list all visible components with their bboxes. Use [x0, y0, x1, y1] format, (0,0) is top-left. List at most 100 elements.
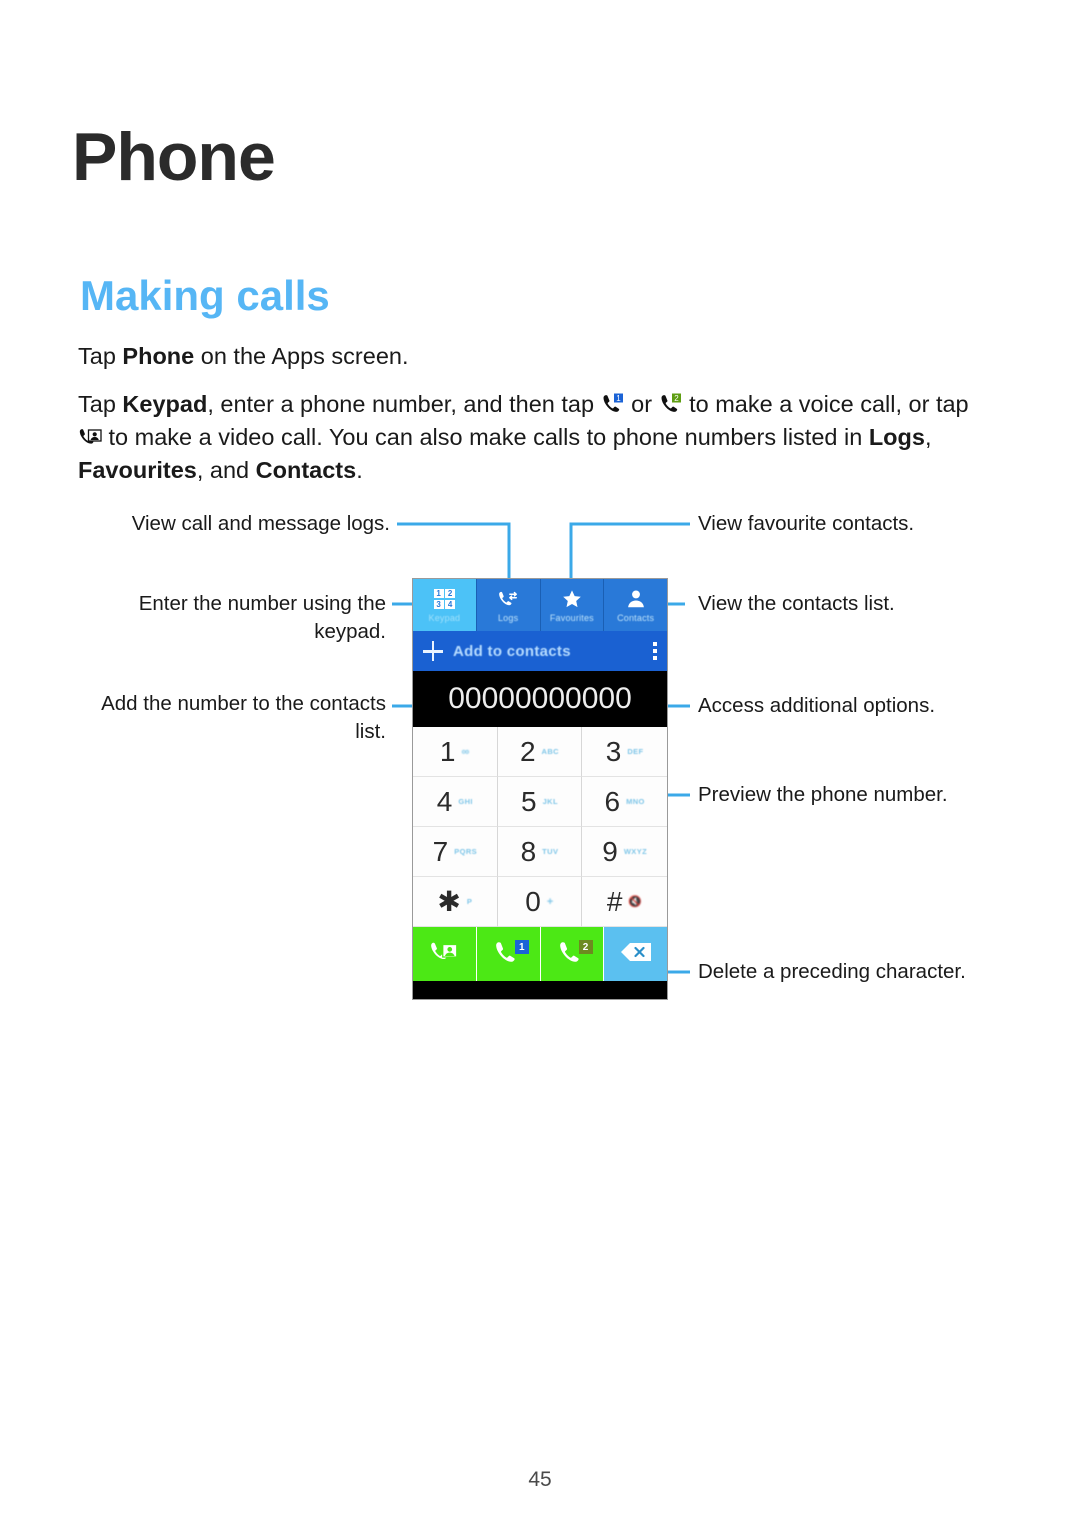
tab-logs-label: Logs: [497, 613, 519, 623]
callout-preview-number: Preview the phone number.: [698, 783, 948, 806]
add-to-contacts-bar[interactable]: Add to contacts: [413, 631, 667, 671]
key-digit: 3: [605, 735, 622, 767]
key-star[interactable]: ✱ P: [413, 877, 498, 927]
bold-phone: Phone: [122, 343, 195, 369]
key-sublabel: P: [466, 897, 473, 906]
key-sublabel: TUV: [542, 847, 559, 856]
key-sublabel: +: [546, 895, 554, 908]
paragraph-keypad: Tap Keypad, enter a phone number, and th…: [78, 388, 988, 487]
key-8[interactable]: 8 TUV: [497, 827, 583, 877]
tab-logs[interactable]: Logs: [476, 579, 541, 631]
bold-contacts: Contacts: [255, 457, 357, 483]
text-fragment: ,: [924, 424, 932, 450]
key-sublabel: ABC: [541, 747, 559, 756]
key-digit: 9: [602, 835, 618, 867]
callout-more-options: Access additional options.: [698, 694, 936, 717]
video-call-icon: [78, 425, 102, 449]
callout-view-contacts: View the contacts list.: [698, 592, 895, 615]
key-digit: 6: [604, 785, 621, 817]
text-fragment: or: [624, 391, 659, 417]
backspace-icon: [619, 941, 653, 968]
key-sublabel: PQRS: [454, 847, 478, 856]
phone-tab-bar: 1234 Keypad Logs Favourites Contacts: [413, 579, 667, 631]
call-sim1-button[interactable]: 1: [476, 927, 541, 981]
key-digit: 2: [519, 735, 536, 767]
key-sublabel: DEF: [627, 747, 644, 756]
key-2[interactable]: 2 ABC: [497, 727, 583, 777]
leader-view-logs: [397, 522, 511, 578]
key-6[interactable]: 6 MNO: [582, 777, 667, 827]
tab-favourites[interactable]: Favourites: [540, 579, 605, 631]
text-fragment: Tap: [78, 343, 123, 369]
star-icon: [561, 587, 583, 611]
more-vertical-icon[interactable]: [653, 642, 657, 660]
tab-favourites-label: Favourites: [549, 613, 594, 623]
callout-delete-char: Delete a preceding character.: [698, 960, 966, 983]
leader-view-favourites: [569, 522, 690, 578]
bold-logs: Logs: [868, 424, 925, 450]
body-copy: Tap Phone on the Apps screen. Tap Keypad…: [78, 340, 988, 502]
paragraph-tap-phone: Tap Phone on the Apps screen.: [78, 340, 988, 373]
key-digit: 7: [432, 835, 449, 867]
key-digit: #: [606, 885, 623, 917]
keypad-grid-icon: 1234: [433, 587, 456, 611]
key-hash[interactable]: # 🔇: [582, 877, 667, 927]
text-fragment: , and: [196, 457, 256, 483]
bold-favourites: Favourites: [78, 457, 197, 483]
page-title: Phone: [72, 119, 276, 195]
text-fragment: on the Apps screen.: [194, 343, 409, 369]
text-fragment: to make a video call. You can also make …: [102, 424, 869, 450]
key-digit: 8: [520, 835, 537, 867]
key-1[interactable]: 1 ∞: [413, 727, 498, 777]
tab-contacts-label: Contacts: [617, 613, 655, 623]
key-sublabel: JKL: [542, 797, 558, 806]
key-sublabel: MNO: [626, 797, 645, 806]
sim1-badge: 1: [514, 940, 529, 954]
video-call-button[interactable]: [413, 927, 477, 981]
callout-enter-number: Enter the number using the keypad.: [138, 592, 386, 643]
plus-icon[interactable]: [423, 641, 443, 661]
phone-number-value: 00000000000: [448, 682, 632, 715]
key-4[interactable]: 4 GHI: [413, 777, 498, 827]
add-to-contacts-label: Add to contacts: [453, 642, 571, 660]
call-action-bar: 1 2: [413, 927, 667, 981]
tab-contacts[interactable]: Contacts: [604, 579, 667, 631]
text-fragment: , enter a phone number, and then tap: [207, 391, 601, 417]
video-call-icon: [429, 937, 459, 972]
text-fragment: Tap: [78, 391, 123, 417]
key-3[interactable]: 3 DEF: [582, 727, 667, 777]
phone-app-screenshot: 1234 Keypad Logs Favourites Contacts Add…: [412, 578, 668, 1000]
key-digit: 4: [436, 785, 453, 817]
call-sim1-icon: 1: [601, 392, 625, 416]
person-icon: [625, 587, 647, 611]
key-digit: ✱: [437, 885, 461, 917]
key-sublabel: 🔇: [628, 896, 643, 908]
key-5[interactable]: 5 JKL: [497, 777, 583, 827]
key-7[interactable]: 7 PQRS: [413, 827, 498, 877]
text-fragment: to make a voice call, or tap: [682, 391, 969, 417]
tab-keypad-label: Keypad: [428, 613, 461, 623]
key-digit: 5: [521, 785, 537, 817]
call-sim2-button[interactable]: 2: [540, 927, 605, 981]
tab-keypad[interactable]: 1234 Keypad: [413, 579, 477, 631]
svg-text:2: 2: [674, 394, 679, 403]
key-digit: 1: [439, 735, 456, 767]
key-sublabel: WXYZ: [623, 847, 648, 856]
key-digit: 0: [525, 885, 541, 917]
callout-view-favourites: View favourite contacts.: [698, 512, 915, 535]
sim2-badge: 2: [578, 940, 593, 954]
text-fragment: .: [356, 457, 363, 483]
phone-number-display[interactable]: 00000000000: [413, 671, 667, 727]
backspace-button[interactable]: [604, 927, 667, 981]
key-0[interactable]: 0 +: [497, 877, 583, 927]
bold-keypad: Keypad: [122, 391, 208, 417]
dial-keypad: 1 ∞ 2 ABC 3 DEF 4 GHI 5 JKL 6 MNO 7 PQRS 8 TUV 9…: [413, 727, 667, 927]
page-number: 45: [528, 1468, 552, 1491]
section-heading: Making calls: [80, 272, 330, 319]
key-9[interactable]: 9 WXYZ: [582, 827, 667, 877]
call-logs-icon: [497, 587, 519, 611]
svg-text:1: 1: [616, 394, 621, 403]
callout-add-number: Add the number to the contacts list.: [101, 692, 386, 743]
key-sublabel: ∞: [461, 745, 470, 758]
key-sublabel: GHI: [458, 797, 473, 806]
